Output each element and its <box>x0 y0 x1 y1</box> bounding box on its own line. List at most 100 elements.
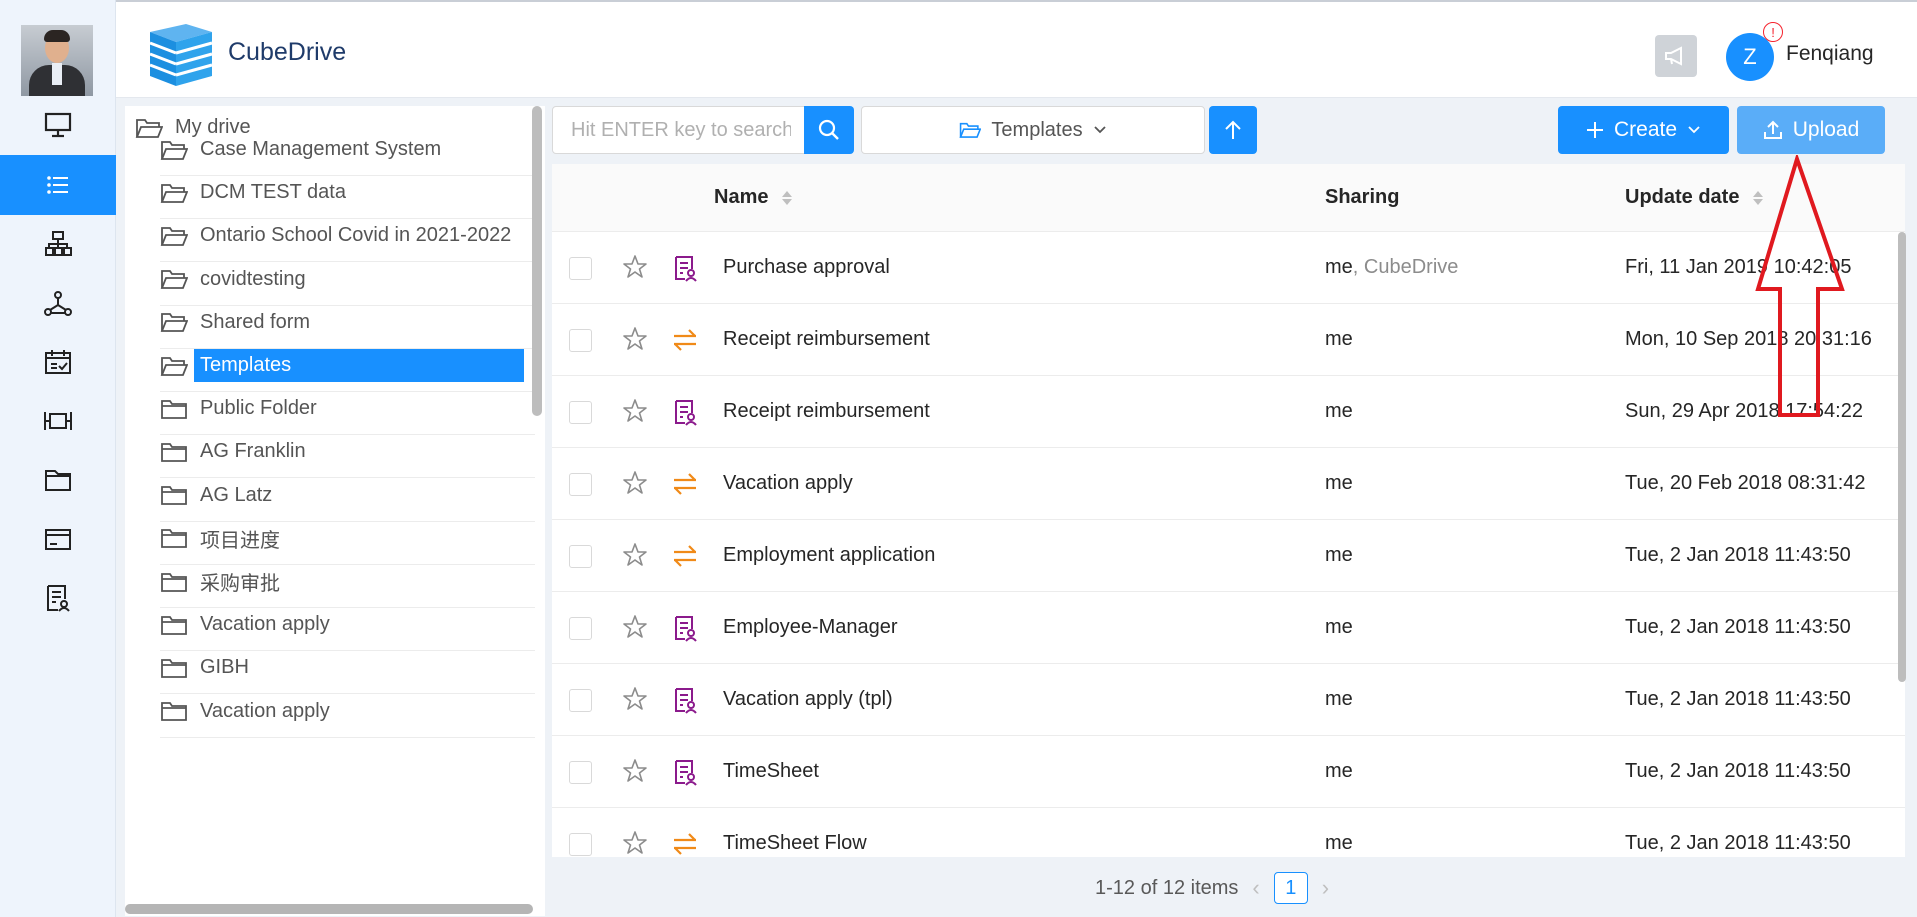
row-checkbox[interactable] <box>569 833 592 856</box>
row-checkbox[interactable] <box>569 617 592 640</box>
tree-folder-label: covidtesting <box>200 267 306 290</box>
star-icon[interactable] <box>622 254 648 280</box>
file-name[interactable]: Employee-Manager <box>723 616 898 639</box>
list-icon <box>47 176 68 194</box>
rail-item-form-doc[interactable] <box>0 568 116 628</box>
row-checkbox[interactable] <box>569 401 592 424</box>
search-button[interactable] <box>804 106 854 154</box>
row-checkbox[interactable] <box>569 761 592 784</box>
file-name[interactable]: Employment application <box>723 544 935 567</box>
swap-flow-icon <box>674 329 696 351</box>
column-header-name[interactable]: Name <box>714 186 793 209</box>
table-row[interactable]: Vacation apply me Tue, 20 Feb 2018 08:31… <box>552 448 1905 520</box>
file-name[interactable]: TimeSheet Flow <box>723 832 867 855</box>
table-row[interactable]: Vacation apply (tpl) me Tue, 2 Jan 2018 … <box>552 664 1905 736</box>
upload-button[interactable]: Upload <box>1737 106 1885 154</box>
row-checkbox[interactable] <box>569 329 592 352</box>
upload-label: Upload <box>1792 118 1860 141</box>
user-name[interactable]: Fenqiang <box>1786 42 1874 66</box>
rail-item-calendar-check[interactable] <box>0 332 116 392</box>
star-icon[interactable] <box>622 326 648 352</box>
chevron-down-icon <box>1688 126 1700 134</box>
folder-open-icon <box>160 226 188 246</box>
prev-page-icon[interactable]: ‹ <box>1252 875 1259 901</box>
network-icon <box>44 291 72 316</box>
folder-open-icon <box>160 183 188 203</box>
user-avatar-photo[interactable] <box>21 25 93 96</box>
folder-open-icon <box>160 313 188 333</box>
star-icon[interactable] <box>622 758 648 784</box>
star-icon[interactable] <box>622 614 648 640</box>
plus-icon <box>1586 122 1603 138</box>
upload-icon <box>1763 120 1782 139</box>
tree-folder-label: AG Franklin <box>200 440 306 463</box>
star-icon[interactable] <box>622 470 648 496</box>
row-checkbox[interactable] <box>569 689 592 712</box>
file-name[interactable]: Purchase approval <box>723 256 890 279</box>
table-vertical-scrollbar[interactable] <box>1898 232 1906 682</box>
card-icon <box>45 529 71 550</box>
table-row[interactable]: Receipt reimbursement me Mon, 10 Sep 201… <box>552 304 1905 376</box>
folder-tree: My drive Case Management System DCM TEST … <box>125 106 545 916</box>
parent-folder-button[interactable] <box>1209 106 1257 154</box>
table-row[interactable]: Employment application me Tue, 2 Jan 201… <box>552 520 1905 592</box>
column-sharing-label: Sharing <box>1325 186 1400 208</box>
tree-folder-item[interactable]: Vacation apply <box>160 686 535 738</box>
announcement-button[interactable] <box>1655 35 1697 77</box>
annotation-arrow-icon <box>1755 155 1845 417</box>
rail-item-frame[interactable] <box>0 391 116 451</box>
rail-item-network[interactable] <box>0 273 116 333</box>
rail-item-org-chart[interactable] <box>0 214 116 274</box>
file-name[interactable]: Receipt reimbursement <box>723 400 930 423</box>
search-icon <box>818 119 839 140</box>
sharing-owner: me <box>1325 400 1353 422</box>
sort-icon[interactable] <box>782 190 793 205</box>
sharing-owner: me <box>1325 544 1353 566</box>
row-checkbox[interactable] <box>569 545 592 568</box>
file-name[interactable]: Vacation apply <box>723 472 853 495</box>
rail-item-card[interactable] <box>0 509 116 569</box>
file-name[interactable]: TimeSheet <box>723 760 819 783</box>
frame-icon <box>44 412 72 430</box>
rail-item-desktop[interactable] <box>0 95 116 155</box>
chevron-down-icon <box>1093 126 1106 134</box>
table-row[interactable]: TimeSheet me Tue, 2 Jan 2018 11:43:50 <box>552 736 1905 808</box>
folder-icon <box>161 442 187 462</box>
alert-badge[interactable]: ! <box>1763 22 1783 42</box>
row-checkbox[interactable] <box>569 473 592 496</box>
table-row[interactable]: Receipt reimbursement me Sun, 29 Apr 201… <box>552 376 1905 448</box>
form-doc-icon <box>675 400 697 426</box>
table-row[interactable]: Purchase approval me, CubeDrive Fri, 11 … <box>552 232 1905 304</box>
folder-selector[interactable]: Templates <box>861 106 1205 154</box>
tree-vertical-scrollbar[interactable] <box>532 106 542 416</box>
current-folder-label: Templates <box>991 118 1083 141</box>
swap-flow-icon <box>674 833 696 855</box>
table-row[interactable]: Employee-Manager me Tue, 2 Jan 2018 11:4… <box>552 592 1905 664</box>
next-page-icon[interactable]: › <box>1322 875 1329 901</box>
folder-icon <box>161 572 187 592</box>
page-button-current[interactable]: 1 <box>1273 872 1308 904</box>
rail-item-folder[interactable] <box>0 450 116 510</box>
create-button[interactable]: Create <box>1558 106 1729 154</box>
star-icon[interactable] <box>622 686 648 712</box>
star-icon[interactable] <box>622 542 648 568</box>
column-header-update-date[interactable]: Update date <box>1625 186 1764 209</box>
sharing-cell: me <box>1325 832 1353 855</box>
folder-icon <box>161 529 187 549</box>
table-row[interactable]: TimeSheet Flow me Tue, 2 Jan 2018 11:43:… <box>552 808 1905 857</box>
file-name[interactable]: Receipt reimbursement <box>723 328 930 351</box>
rail-item-list[interactable] <box>0 155 116 215</box>
folder-open-icon <box>160 270 188 289</box>
search-input[interactable] <box>571 118 791 142</box>
tree-horizontal-scrollbar[interactable] <box>125 904 533 914</box>
folder-icon <box>161 615 187 635</box>
folder-open-icon <box>959 122 982 138</box>
row-checkbox[interactable] <box>569 257 592 280</box>
file-name[interactable]: Vacation apply (tpl) <box>723 688 893 711</box>
column-name-label: Name <box>714 186 769 208</box>
star-icon[interactable] <box>622 830 648 856</box>
org-chart-icon <box>45 231 72 256</box>
pagination: 1-12 of 12 items ‹ 1 › <box>1095 872 1329 904</box>
folder-open-icon <box>160 140 188 160</box>
star-icon[interactable] <box>622 398 648 424</box>
